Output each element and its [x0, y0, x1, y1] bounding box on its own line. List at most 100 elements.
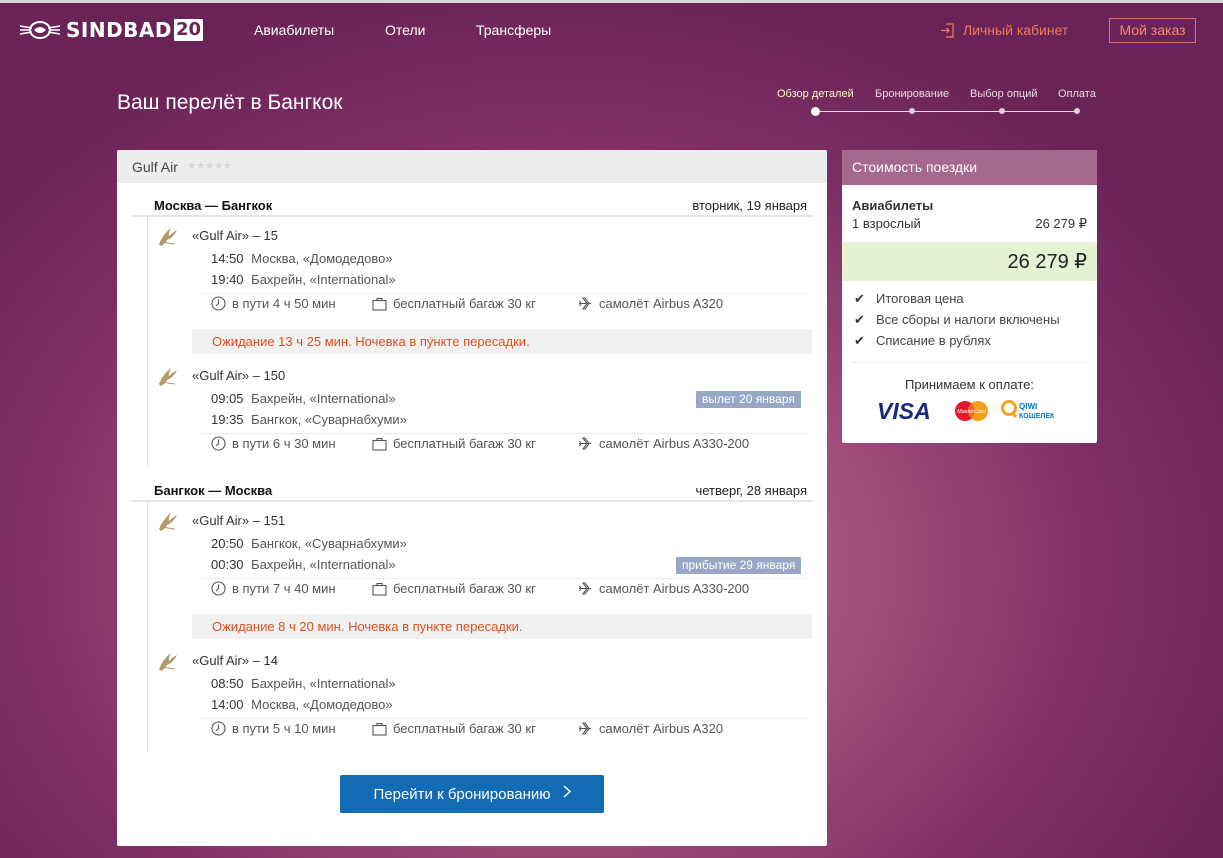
departure-time: 08:50	[211, 676, 244, 691]
feature-item: ✔ Все сборы и налоги включены	[854, 312, 1060, 328]
mastercard-logo-icon: MasterCard	[955, 401, 988, 421]
proceed-to-booking-button[interactable]: Перейти к бронированию	[340, 775, 604, 813]
baggage-info: бесплатный багаж 30 кг	[372, 721, 536, 736]
itinerary-card-header: Gulf Air ★★★★★	[117, 150, 827, 183]
price-summary-card: Стоимость поездки Авиабилеты 1 взрослый …	[842, 150, 1097, 443]
departure-row: 08:50 Бахрейн, «International»	[211, 676, 396, 691]
aircraft-text: самолёт Airbus A320	[599, 296, 724, 311]
payment-methods-label: Принимаем к оплате:	[905, 377, 1034, 392]
nav-transfers[interactable]: Трансферы	[476, 22, 551, 38]
step-dot-payment	[1074, 108, 1080, 114]
step-overview[interactable]: Обзор деталей	[777, 88, 854, 100]
gulf-air-logo-icon	[157, 224, 179, 253]
total-price: 26 279 ₽	[1007, 251, 1087, 273]
arrival-row: 19:35 Бангкок, «Суварнабхуми»	[211, 412, 407, 427]
departure-date-badge: вылет 20 января	[696, 391, 801, 408]
logo-text: SINDBAD	[66, 18, 173, 42]
page-title: Ваш перелёт в Бангкок	[117, 91, 343, 114]
arrival-time: 00:30	[211, 557, 244, 572]
tickets-label: Авиабилеты	[852, 198, 934, 213]
step-payment[interactable]: Оплата	[1058, 88, 1096, 100]
baggage-icon	[372, 722, 387, 736]
duration-text: в пути 5 ч 10 мин	[232, 721, 336, 736]
departure-row: 20:50 Бангкок, «Суварнабхуми»	[211, 536, 407, 551]
gulf-air-logo-icon	[157, 509, 179, 538]
clock-icon	[211, 581, 226, 596]
arrival-row: 14:00 Москва, «Домодедово»	[211, 697, 393, 712]
aircraft-info: самолёт Airbus A330-200	[578, 436, 749, 451]
arrival-date-badge: прибытие 29 января	[676, 557, 802, 574]
departure-place: Бахрейн, «International»	[251, 676, 396, 691]
step-booking[interactable]: Бронирование	[875, 88, 949, 100]
layover-notice: Ожидание 8 ч 20 мин. Ночевка в пункте пе…	[192, 614, 812, 639]
sindbad-logo[interactable]: SINDBAD 20	[18, 17, 204, 43]
baggage-text: бесплатный багаж 30 кг	[393, 296, 536, 311]
duration-info: в пути 5 ч 10 мин	[211, 721, 336, 736]
departure-time: 20:50	[211, 536, 244, 551]
route-date: вторник, 19 января	[692, 198, 807, 213]
timeline-line	[147, 502, 148, 752]
gulf-air-logo-icon	[157, 649, 179, 678]
info-divider	[201, 433, 807, 434]
gulf-air-logo-icon	[157, 364, 179, 393]
flight-number: «Gulf Air» – 14	[192, 653, 278, 668]
baggage-icon	[372, 437, 387, 451]
logo-emblem-icon	[19, 21, 61, 39]
arrival-row: 19:40 Бахрейн, «International»	[211, 272, 396, 287]
personal-account-link[interactable]: Личный кабинет	[940, 22, 1068, 38]
airline-name: Gulf Air	[132, 159, 178, 175]
departure-place: Бангкок, «Суварнабхуми»	[251, 536, 407, 551]
nav-hotels[interactable]: Отели	[385, 22, 425, 38]
route-name: Бангкок — Москва	[154, 483, 273, 498]
my-order-button[interactable]: Мой заказ	[1109, 18, 1196, 43]
price-summary-title: Стоимость поездки	[842, 150, 1097, 185]
arrival-time: 14:00	[211, 697, 244, 712]
duration-info: в пути 6 ч 30 мин	[211, 436, 336, 451]
step-options[interactable]: Выбор опций	[970, 88, 1038, 100]
total-price-box: 26 279 ₽	[842, 242, 1097, 281]
timeline-line	[147, 217, 148, 467]
baggage-info: бесплатный багаж 30 кг	[372, 296, 536, 311]
clock-icon	[211, 436, 226, 451]
qiwi-logo-icon: QIWI КОШЕЛЕК	[1001, 400, 1055, 420]
aircraft-text: самолёт Airbus A320	[599, 721, 724, 736]
aircraft-info: самолёт Airbus A320	[578, 721, 723, 736]
airplane-icon	[579, 582, 591, 595]
baggage-text: бесплатный багаж 30 кг	[393, 581, 536, 596]
baggage-text: бесплатный багаж 30 кг	[393, 721, 536, 736]
step-dot-overview	[811, 107, 820, 116]
flight-number: «Gulf Air» – 15	[192, 228, 278, 243]
duration-info: в пути 4 ч 50 мин	[211, 296, 336, 311]
personal-account-label: Личный кабинет	[963, 22, 1069, 38]
route-header-outbound: Москва — Бангкок вторник, 19 января	[132, 193, 812, 217]
departure-place: Москва, «Домодедово»	[251, 251, 393, 266]
feature-text: Списание в рублях	[876, 333, 991, 348]
arrival-place: Бахрейн, «International»	[251, 272, 396, 287]
aircraft-text: самолёт Airbus A330-200	[599, 436, 750, 451]
flight-number: «Gulf Air» – 150	[192, 368, 286, 383]
arrival-row: 00:30 Бахрейн, «International»	[211, 557, 396, 572]
info-divider	[201, 718, 807, 719]
airplane-icon	[579, 297, 591, 310]
step-dot-booking	[909, 108, 915, 114]
duration-text: в пути 7 ч 40 мин	[232, 581, 336, 596]
flight-number: «Gulf Air» – 151	[192, 513, 286, 528]
departure-row: 14:50 Москва, «Домодедово»	[211, 251, 393, 266]
route-header-return: Бангкок — Москва четверг, 28 января	[132, 478, 812, 502]
duration-text: в пути 4 ч 50 мин	[232, 296, 336, 311]
arrival-place: Бахрейн, «International»	[251, 557, 396, 572]
proceed-to-booking-label: Перейти к бронированию	[373, 785, 551, 803]
payment-logos: VISA MasterCard QIWI КОШЕЛЕК	[877, 398, 1067, 424]
feature-item: ✔ Списание в рублях	[854, 333, 991, 349]
clock-icon	[211, 296, 226, 311]
svg-text:QIWI: QIWI	[1019, 402, 1037, 411]
departure-time: 14:50	[211, 251, 244, 266]
feature-text: Итоговая цена	[876, 291, 964, 306]
departure-time: 09:05	[211, 391, 244, 406]
nav-flights[interactable]: Авиабилеты	[254, 22, 334, 38]
baggage-icon	[372, 582, 387, 596]
arrival-time: 19:40	[211, 272, 244, 287]
airplane-icon	[579, 437, 591, 450]
chevron-right-icon	[562, 785, 571, 803]
svg-text:КОШЕЛЕК: КОШЕЛЕК	[1019, 413, 1055, 420]
